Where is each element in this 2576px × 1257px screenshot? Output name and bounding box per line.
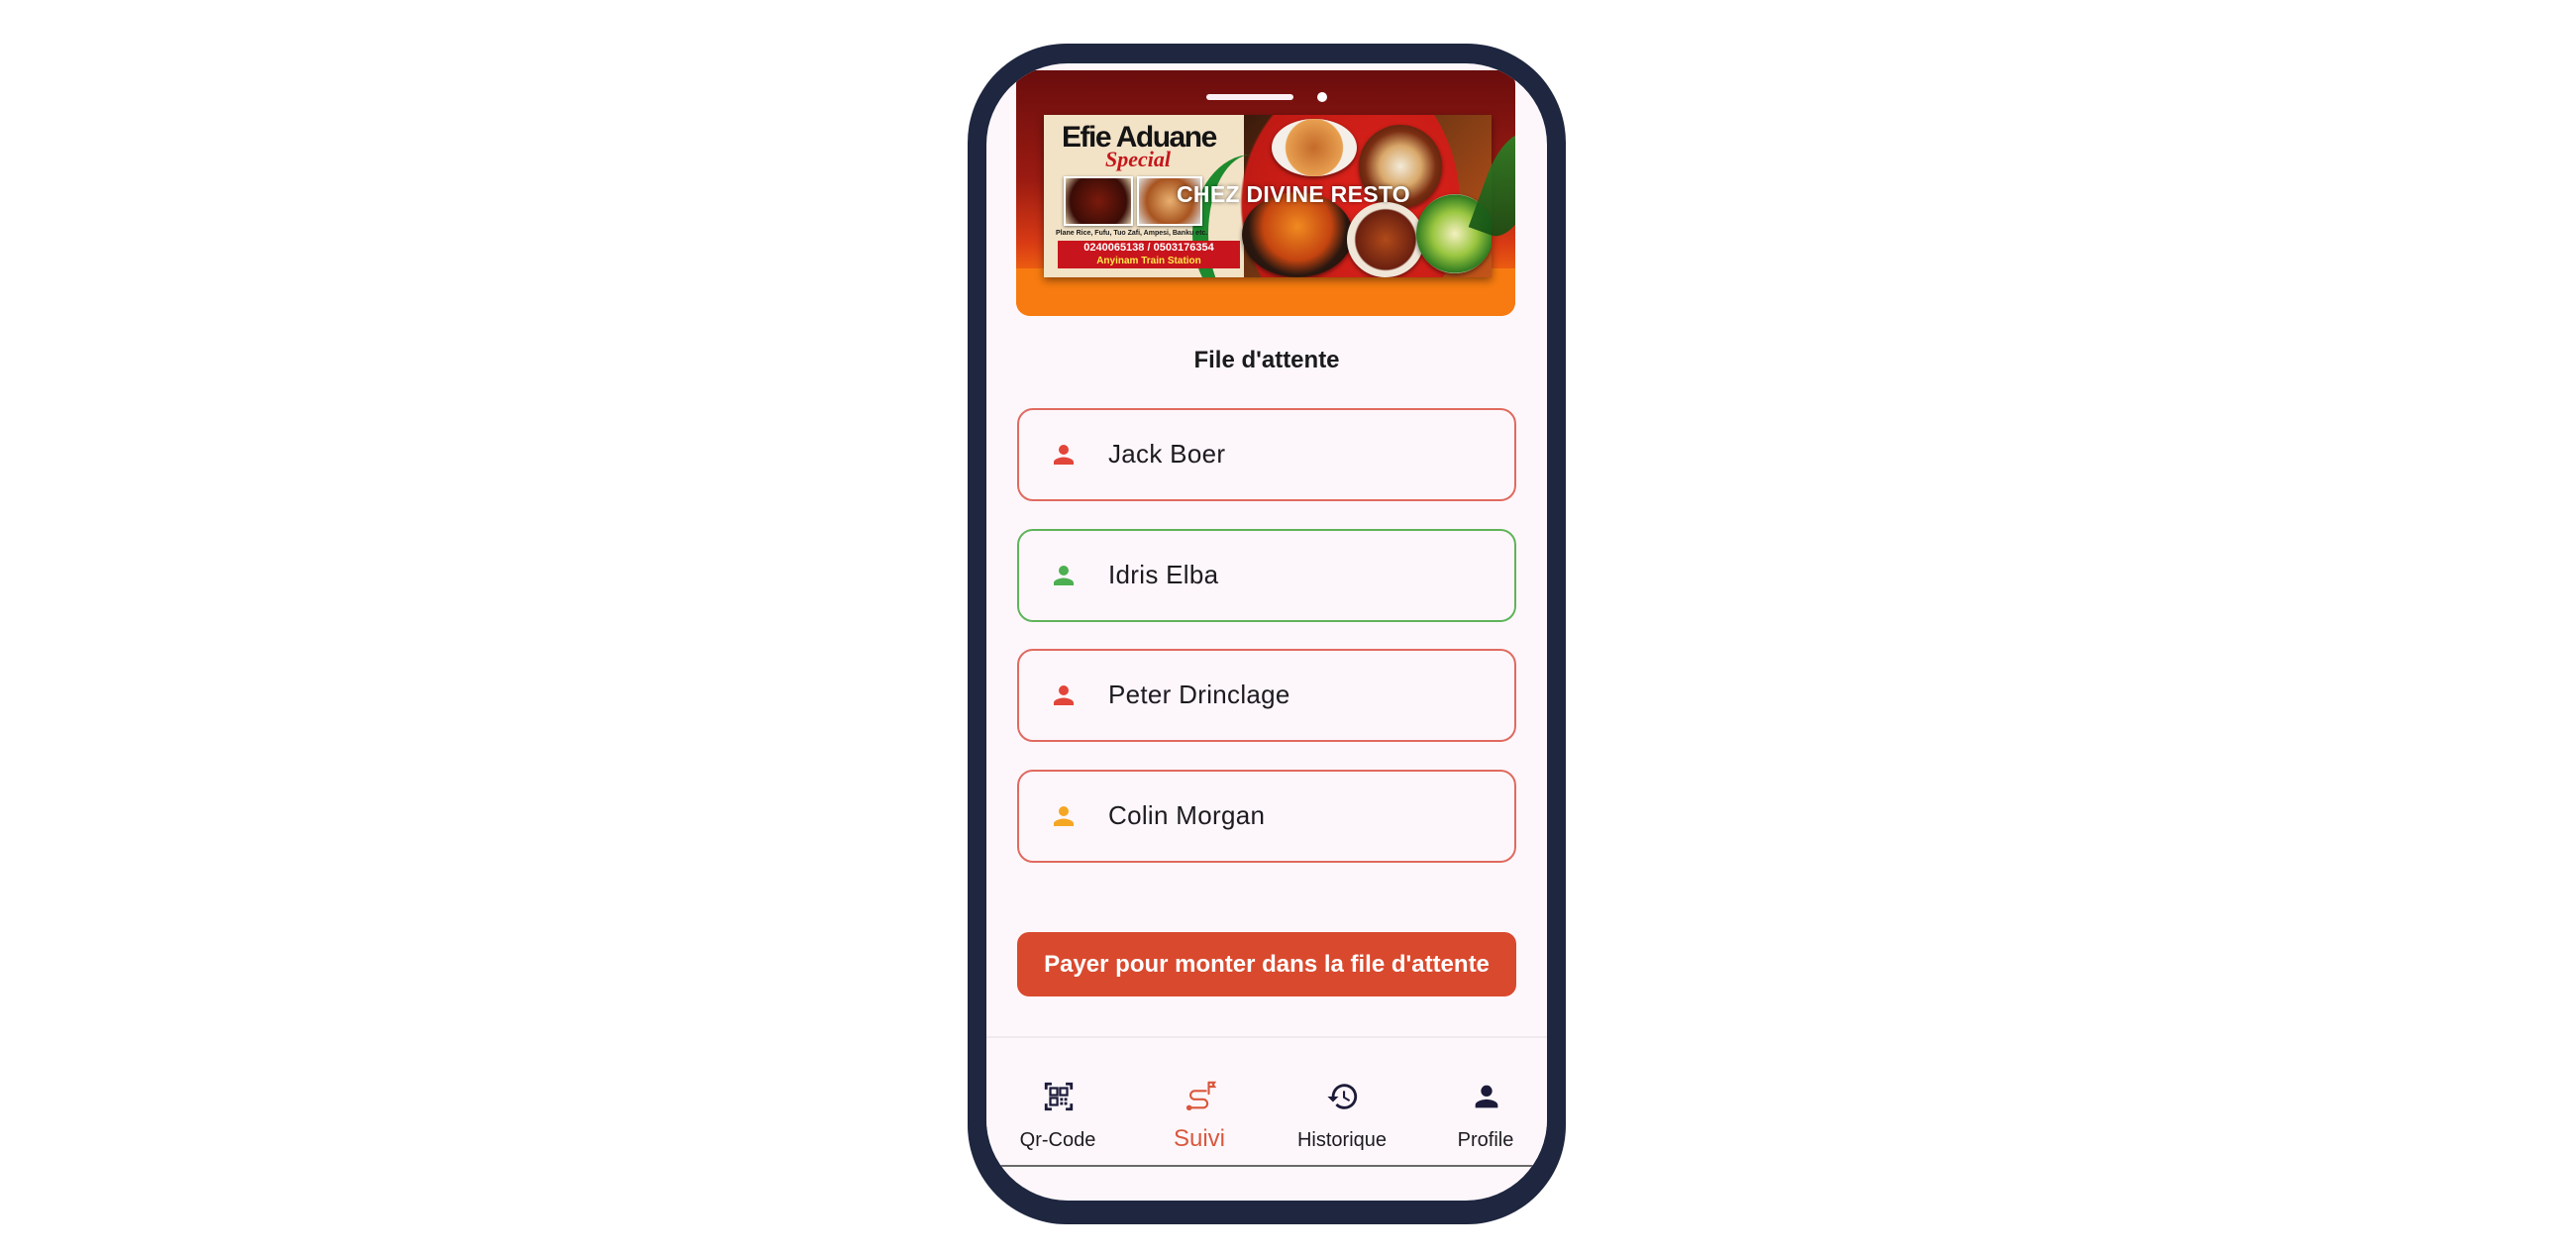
food-plate-rice — [1272, 119, 1357, 176]
nav-label-profile: Profile — [1457, 1129, 1514, 1151]
queue-item: Colin Morgan — [1017, 770, 1516, 863]
nav-label-historique: Historique — [1296, 1129, 1388, 1151]
flyer-menu-text: Plane Rice, Fufu, Tuo Zafi, Ampesi, Bank… — [1056, 230, 1208, 237]
nav-item-profile[interactable]: Profile — [1416, 1038, 1547, 1165]
phone-screen: Efie Aduane Special Plane Rice, Fufu, Tu… — [986, 63, 1547, 1201]
flyer-contact-box: 0240065138 / 0503176354 Anyinam Train St… — [1058, 241, 1240, 268]
flyer-location: Anyinam Train Station — [1096, 256, 1201, 266]
food-plate-meat — [1347, 202, 1424, 277]
restaurant-banner: Efie Aduane Special Plane Rice, Fufu, Tu… — [1016, 70, 1515, 316]
nav-label-qr-code: Qr-Code — [1019, 1129, 1096, 1151]
bottom-navigation: Qr-Code Suivi Historique Profile — [986, 1036, 1547, 1167]
person-icon — [1054, 445, 1074, 465]
nav-item-suivi[interactable]: Suivi — [1130, 1038, 1269, 1165]
app-screen: Efie Aduane Special Plane Rice, Fufu, Tu… — [986, 63, 1547, 1201]
nav-label-suivi: Suivi — [1173, 1125, 1226, 1152]
queue-person-name: Peter Drinclage — [1108, 680, 1290, 709]
person-icon — [1054, 566, 1074, 585]
nav-item-historique[interactable]: Historique — [1273, 1038, 1411, 1165]
person-icon — [1054, 685, 1074, 705]
phone-camera — [1317, 92, 1327, 102]
queue-item: Peter Drinclage — [1017, 649, 1516, 742]
queue-title: File d'attente — [1193, 347, 1340, 373]
person-icon — [1475, 1085, 1498, 1108]
restaurant-name: CHEZ DIVINE RESTO — [1177, 181, 1410, 207]
history-icon — [1327, 1084, 1358, 1109]
flyer-phone: 0240065138 / 0503176354 — [1083, 242, 1214, 254]
flyer-subtitle: Special — [1105, 147, 1171, 171]
queue-person-name: Idris Elba — [1108, 560, 1219, 589]
queue-person-name: Colin Morgan — [1108, 800, 1266, 830]
queue-item: Jack Boer — [1017, 408, 1516, 501]
phone-speaker — [1206, 94, 1293, 100]
queue-person-name: Jack Boer — [1108, 439, 1226, 469]
nav-item-qr-code[interactable]: Qr-Code — [988, 1038, 1127, 1165]
pay-queue-button[interactable]: Payer pour monter dans la file d'attente — [1017, 932, 1516, 996]
qr-code-scan-icon — [1044, 1082, 1074, 1111]
queue-item: Idris Elba — [1017, 529, 1516, 622]
person-icon — [1054, 806, 1074, 826]
route-tracking-icon — [1185, 1081, 1217, 1111]
